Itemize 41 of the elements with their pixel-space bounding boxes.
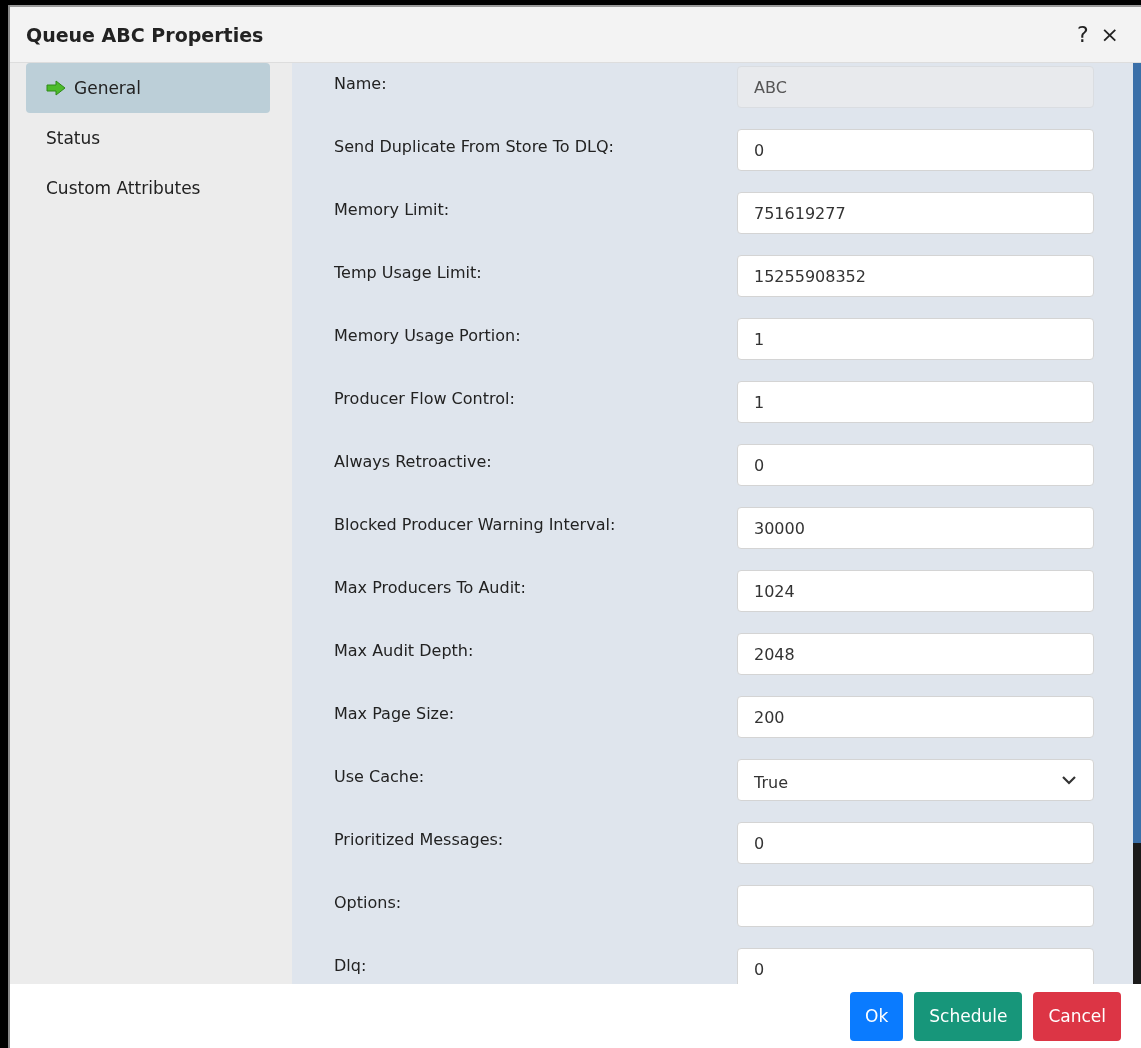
field-label: Blocked Producer Warning Interval: xyxy=(334,514,617,536)
input-field[interactable]: 2048 xyxy=(737,633,1094,675)
sidebar-item[interactable]: Custom Attributes xyxy=(26,163,270,213)
input-field[interactable]: 30000 xyxy=(737,507,1094,549)
input-field[interactable]: 0 xyxy=(737,129,1094,171)
dropdown[interactable]: True xyxy=(737,759,1094,801)
field-label: Producer Flow Control: xyxy=(334,388,516,410)
field-label: Memory Usage Portion: xyxy=(334,325,522,347)
field-label: Always Retroactive: xyxy=(334,451,493,473)
cancel-button[interactable]: Cancel xyxy=(1033,991,1121,1041)
input-field[interactable]: 751619277 xyxy=(737,192,1094,234)
field-label: Max Page Size: xyxy=(334,703,456,725)
close-button[interactable]: × xyxy=(1094,22,1125,47)
sidebar-item[interactable]: Status xyxy=(26,113,270,163)
field-label: Send Duplicate From Store To DLQ: xyxy=(334,136,615,158)
ok-button[interactable]: Ok xyxy=(850,991,904,1041)
input-field[interactable]: 1024 xyxy=(737,570,1094,612)
arrow-icon xyxy=(46,80,66,96)
help-button[interactable]: ? xyxy=(1070,22,1095,47)
field-label: Dlq: xyxy=(334,955,368,977)
input-field[interactable]: 1 xyxy=(737,318,1094,360)
field-label: Max Producers To Audit: xyxy=(334,577,527,599)
field-label: Use Cache: xyxy=(334,766,426,788)
field-label: Memory Limit: xyxy=(334,199,451,221)
chevron-down-icon xyxy=(1061,775,1077,785)
input-field[interactable]: 0 xyxy=(737,948,1094,984)
input-field[interactable] xyxy=(737,885,1094,927)
input-field[interactable]: 1 xyxy=(737,381,1094,423)
input-field[interactable]: 0 xyxy=(737,444,1094,486)
scrollbar[interactable] xyxy=(1133,63,1141,984)
field-label: Prioritized Messages: xyxy=(334,829,505,851)
field-label: Temp Usage Limit: xyxy=(334,262,483,284)
sidebar-item[interactable]: General xyxy=(26,63,270,113)
field-label: Name: xyxy=(334,73,388,95)
input-field[interactable]: 0 xyxy=(737,822,1094,864)
schedule-button[interactable]: Schedule xyxy=(914,991,1023,1041)
field-label: Max Audit Depth: xyxy=(334,640,475,662)
input-field[interactable]: 200 xyxy=(737,696,1094,738)
window-title: Queue ABC Properties xyxy=(26,23,265,46)
field-label: Options: xyxy=(334,892,403,914)
input-field[interactable]: 15255908352 xyxy=(737,255,1094,297)
